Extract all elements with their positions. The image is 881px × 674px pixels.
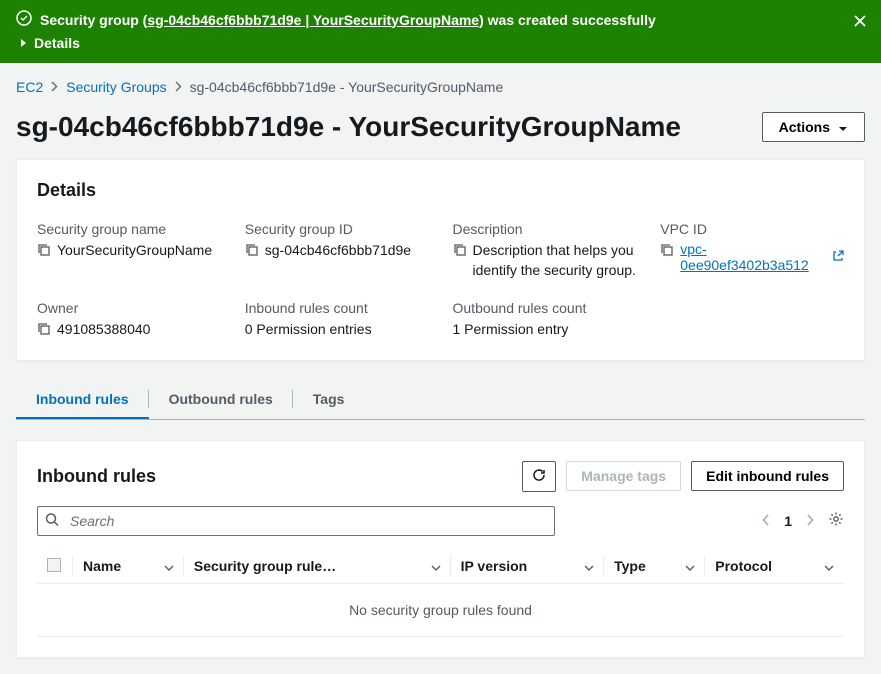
- breadcrumb-ec2[interactable]: EC2: [16, 79, 43, 95]
- manage-tags-button[interactable]: Manage tags: [566, 461, 681, 491]
- checkbox-icon: [47, 558, 61, 572]
- breadcrumb: EC2 Security Groups sg-04cb46cf6bbb71d9e…: [16, 79, 865, 95]
- copy-icon[interactable]: [660, 243, 674, 260]
- sort-icon: [824, 558, 834, 574]
- vpc-id-value: vpc-0ee90ef3402b3a512: [680, 241, 828, 273]
- rules-table: Name Security group rule… IP version Typ…: [37, 550, 844, 637]
- col-type[interactable]: Type: [604, 550, 705, 584]
- col-name[interactable]: Name: [73, 550, 184, 584]
- settings-gear-icon[interactable]: [828, 511, 844, 530]
- external-link-icon: [832, 249, 844, 265]
- actions-label: Actions: [779, 119, 830, 135]
- owner-label: Owner: [37, 300, 221, 316]
- inbound-count-value: 0 Permission entries: [245, 320, 372, 340]
- success-check-icon: [16, 10, 32, 29]
- success-notification: Security group (sg-04cb46cf6bbb71d9e | Y…: [0, 0, 881, 63]
- empty-message: No security group rules found: [37, 583, 844, 636]
- details-panel: Details Security group name YourSecurity…: [16, 159, 865, 361]
- prev-page-icon[interactable]: [762, 513, 770, 529]
- notification-details-label: Details: [34, 35, 80, 51]
- sort-icon: [164, 558, 174, 574]
- sort-icon: [584, 558, 594, 574]
- caret-right-icon: [20, 35, 28, 51]
- pagination: 1: [762, 511, 844, 530]
- vpc-link[interactable]: vpc-0ee90ef3402b3a512: [680, 241, 844, 273]
- edit-inbound-rules-button[interactable]: Edit inbound rules: [691, 461, 844, 491]
- tab-tags[interactable]: Tags: [293, 381, 365, 419]
- notification-details-toggle[interactable]: Details: [20, 35, 865, 51]
- select-all-header[interactable]: [37, 550, 73, 584]
- sort-icon: [685, 558, 695, 574]
- breadcrumb-current: sg-04cb46cf6bbb71d9e - YourSecurityGroup…: [190, 79, 504, 95]
- inbound-rules-title: Inbound rules: [37, 466, 156, 487]
- actions-button[interactable]: Actions: [762, 112, 865, 142]
- copy-icon[interactable]: [453, 243, 467, 260]
- notification-sg-link[interactable]: sg-04cb46cf6bbb71d9e | YourSecurityGroup…: [147, 12, 479, 28]
- chevron-right-icon: [51, 79, 58, 95]
- page-number: 1: [784, 513, 792, 529]
- refresh-icon: [532, 469, 546, 485]
- close-icon[interactable]: [853, 14, 867, 31]
- outbound-count-label: Outbound rules count: [453, 300, 637, 316]
- col-rule[interactable]: Security group rule…: [184, 550, 451, 584]
- chevron-right-icon: [175, 79, 182, 95]
- copy-icon[interactable]: [245, 243, 259, 260]
- description-value: Description that helps you identify the …: [473, 241, 637, 280]
- search-input[interactable]: [37, 506, 555, 536]
- tab-inbound-rules[interactable]: Inbound rules: [16, 381, 149, 419]
- copy-icon[interactable]: [37, 322, 51, 339]
- refresh-button[interactable]: [522, 461, 556, 492]
- sg-name-label: Security group name: [37, 221, 221, 237]
- sg-id-value: sg-04cb46cf6bbb71d9e: [265, 241, 411, 261]
- outbound-count-value: 1 Permission entry: [453, 320, 569, 340]
- sort-icon: [431, 558, 441, 574]
- inbound-rules-panel: Inbound rules Manage tags Edit inbound r…: [16, 440, 865, 658]
- notification-text: Security group (sg-04cb46cf6bbb71d9e | Y…: [40, 12, 656, 28]
- sg-name-value: YourSecurityGroupName: [57, 241, 212, 261]
- col-ip-version[interactable]: IP version: [451, 550, 605, 584]
- copy-icon[interactable]: [37, 243, 51, 260]
- description-label: Description: [453, 221, 637, 237]
- sg-id-label: Security group ID: [245, 221, 429, 237]
- tabs: Inbound rules Outbound rules Tags: [16, 381, 865, 420]
- empty-state-row: No security group rules found: [37, 583, 844, 636]
- page-title: sg-04cb46cf6bbb71d9e - YourSecurityGroup…: [16, 111, 681, 143]
- details-title: Details: [37, 180, 844, 201]
- inbound-count-label: Inbound rules count: [245, 300, 429, 316]
- tab-outbound-rules[interactable]: Outbound rules: [149, 381, 293, 419]
- col-protocol[interactable]: Protocol: [705, 550, 844, 584]
- vpc-id-label: VPC ID: [660, 221, 844, 237]
- caret-down-icon: [838, 119, 848, 135]
- breadcrumb-security-groups[interactable]: Security Groups: [66, 79, 166, 95]
- owner-value: 491085388040: [57, 320, 150, 340]
- search-icon: [45, 512, 59, 529]
- next-page-icon[interactable]: [806, 513, 814, 529]
